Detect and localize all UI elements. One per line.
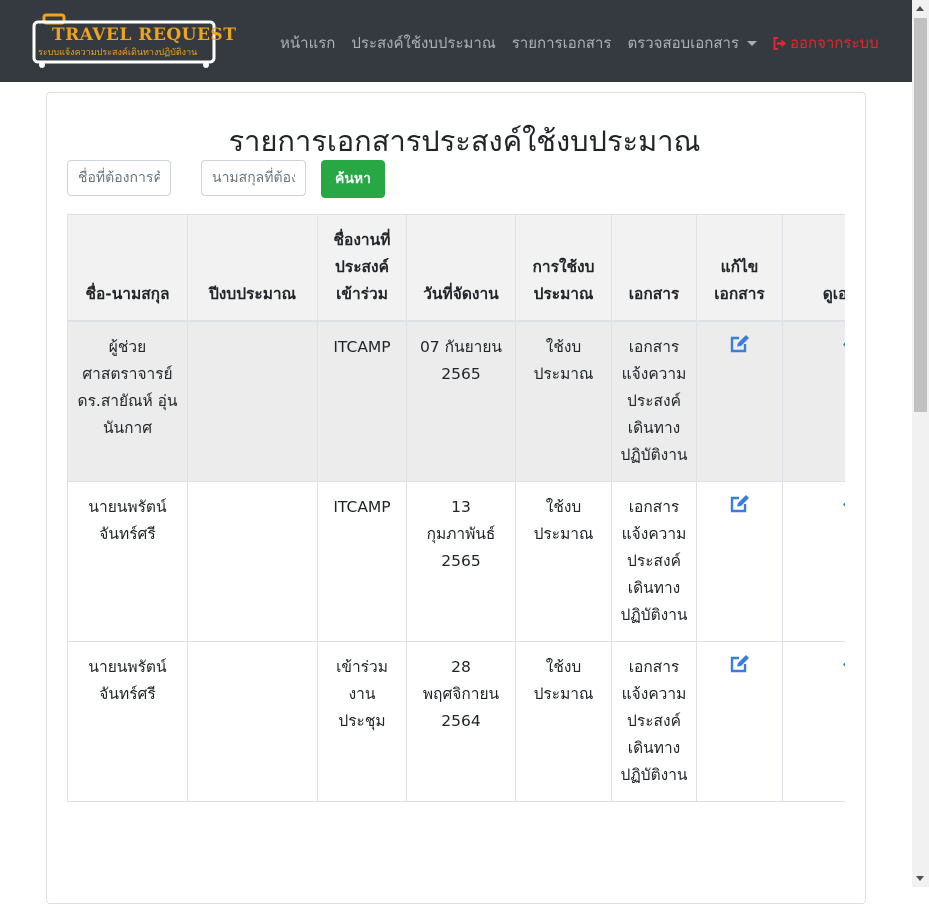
page-title: รายการเอกสารประสงค์ใช้งบประมาณ	[228, 124, 701, 158]
scrollbar-thumb[interactable]	[914, 18, 927, 412]
cell-document: เอกสารแจ้งความประสงค์เดินทางปฏิบัติงาน	[611, 641, 697, 802]
eye-icon[interactable]	[842, 334, 845, 361]
navbar: TRAVEL REQUEST ระบบแจ้งความประสงค์เดินทา…	[0, 0, 912, 82]
scroll-up-arrow-icon[interactable]	[916, 6, 924, 11]
scroll-down-arrow-icon[interactable]	[916, 876, 924, 881]
cell-event: ITCAMP	[317, 320, 407, 482]
main-nav: หน้าแรก ประสงค์ใช้งบประมาณ รายการเอกสาร …	[280, 31, 879, 55]
cell-document: เอกสารแจ้งความประสงค์เดินทางปฏิบัติงาน	[611, 320, 697, 482]
brand-logo[interactable]: TRAVEL REQUEST ระบบแจ้งความประสงค์เดินทา…	[32, 13, 236, 69]
cell-date: 28 พฤศจิกายน 2564	[406, 641, 516, 802]
column-header-view: ดูเอกสาร	[782, 214, 845, 322]
table-row: นายนพรัตน์ จันทร์ศรี ITCAMP 13 กุมภาพันธ…	[67, 481, 845, 642]
column-header-name: ชื่อ-นามสกุล	[67, 214, 188, 322]
eye-icon[interactable]	[842, 654, 845, 681]
cell-fiscal-year	[187, 641, 318, 802]
cell-budget-use: ใช้งบประมาณ	[515, 481, 612, 642]
eye-icon[interactable]	[842, 494, 845, 521]
nav-documents[interactable]: รายการเอกสาร	[512, 31, 612, 55]
vertical-scrollbar[interactable]	[912, 0, 929, 887]
cell-view	[782, 641, 845, 802]
cell-event: ITCAMP	[317, 481, 407, 642]
cell-fiscal-year	[187, 481, 318, 642]
cell-name: นายนพรัตน์ จันทร์ศรี	[67, 641, 188, 802]
brand-title: TRAVEL REQUEST	[52, 25, 237, 45]
nav-budget-intent[interactable]: ประสงค์ใช้งบประมาณ	[351, 31, 495, 55]
cell-view	[782, 481, 845, 642]
cell-view	[782, 320, 845, 482]
nav-home[interactable]: หน้าแรก	[280, 31, 335, 55]
column-header-document: เอกสาร	[611, 214, 697, 322]
edit-icon[interactable]	[729, 334, 751, 363]
cell-edit	[696, 320, 783, 482]
edit-icon[interactable]	[729, 494, 751, 523]
edit-icon[interactable]	[729, 654, 751, 683]
documents-table-wrapper: ชื่อ-นามสกุล ปีงบประมาณ ชื่องานที่ประสงค…	[67, 214, 845, 914]
search-button[interactable]: ค้นหา	[321, 160, 385, 198]
brand-subtitle: ระบบแจ้งความประสงค์เดินทางปฏิบัติงาน	[38, 48, 198, 58]
first-name-search-input[interactable]	[67, 160, 171, 196]
column-header-event: ชื่องานที่ประสงค์เข้าร่วม	[317, 214, 407, 322]
cell-edit	[696, 641, 783, 802]
nav-check-documents[interactable]: ตรวจสอบเอกสาร	[627, 31, 757, 55]
column-header-fiscal-year: ปีงบประมาณ	[187, 214, 318, 322]
documents-table: ชื่อ-นามสกุล ปีงบประมาณ ชื่องานที่ประสงค…	[67, 214, 845, 802]
cell-budget-use: ใช้งบประมาณ	[515, 320, 612, 482]
table-header-row: ชื่อ-นามสกุล ปีงบประมาณ ชื่องานที่ประสงค…	[67, 214, 845, 322]
cell-fiscal-year	[187, 320, 318, 482]
column-header-date: วันที่จัดงาน	[406, 214, 516, 322]
cell-name: ผู้ช่วยศาสตราจารย์ดร.สายัณห์ อุ่นนันกาศ	[67, 320, 188, 482]
column-header-edit: แก้ไขเอกสาร	[696, 214, 783, 322]
chevron-down-icon	[747, 40, 757, 46]
cell-name: นายนพรัตน์ จันทร์ศรี	[67, 481, 188, 642]
cell-date: 13 กุมภาพันธ์ 2565	[406, 481, 516, 642]
sign-out-icon	[773, 36, 786, 50]
nav-check-documents-label: ตรวจสอบเอกสาร	[627, 34, 739, 52]
table-row: นายนพรัตน์ จันทร์ศรี เข้าร่วมงานประชุม 2…	[67, 641, 845, 802]
last-name-search-input[interactable]	[201, 160, 306, 196]
cell-edit	[696, 481, 783, 642]
table-row: ผู้ช่วยศาสตราจารย์ดร.สายัณห์ อุ่นนันกาศ …	[67, 320, 845, 482]
column-header-budget-use: การใช้งบประมาณ	[515, 214, 612, 322]
cell-date: 07 กันยายน 2565	[406, 320, 516, 482]
nav-logout-label: ออกจากระบบ	[790, 34, 879, 52]
cell-document: เอกสารแจ้งความประสงค์เดินทางปฏิบัติงาน	[611, 481, 697, 642]
nav-logout[interactable]: ออกจากระบบ	[773, 31, 879, 55]
cell-event: เข้าร่วมงานประชุม	[317, 641, 407, 802]
cell-budget-use: ใช้งบประมาณ	[515, 641, 612, 802]
